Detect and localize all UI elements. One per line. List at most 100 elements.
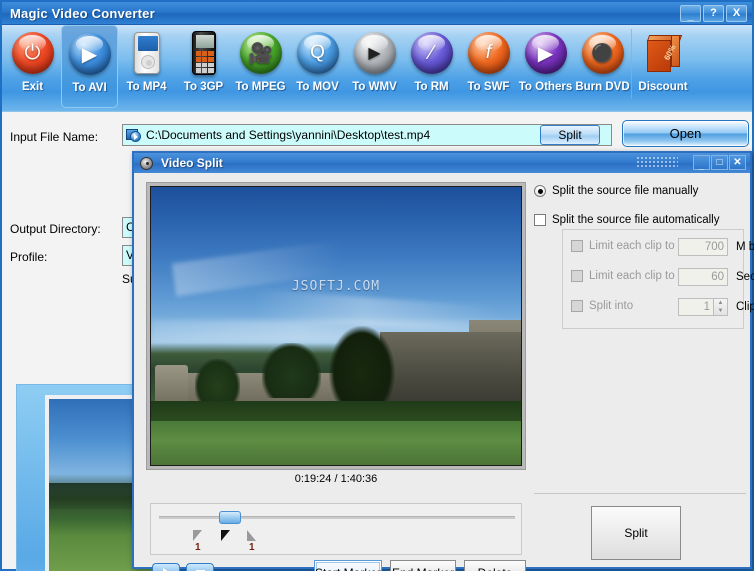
split-manually-radio[interactable]	[534, 185, 546, 197]
toolbar-item-discount[interactable]: 60% Discount	[632, 25, 694, 109]
shopping-bag-icon: 60%	[640, 30, 686, 76]
toolbar-item-to-rm[interactable]: ⁄ To RM	[403, 25, 460, 109]
timeline-rail[interactable]	[159, 516, 515, 519]
limit-seconds-value-row: 60 Seconds	[678, 268, 754, 286]
stop-button[interactable]	[186, 563, 214, 571]
split-manually-option[interactable]: Split the source file manually	[534, 185, 698, 197]
close-button[interactable]: X	[726, 5, 747, 22]
flash-icon: f	[466, 30, 512, 76]
main-toolbar: ⏻ Exit ▶ To AVI To MP4	[2, 25, 752, 112]
limit-seconds-input[interactable]: 60	[678, 268, 728, 286]
castle-ruin	[380, 332, 521, 404]
limit-mbytes-value-row: 700 M bytes	[678, 238, 754, 256]
split-into-spinner[interactable]: 1 ▲ ▼	[678, 298, 728, 316]
minimize-icon: _	[687, 11, 693, 22]
camcorder-icon: 🎥	[238, 30, 284, 76]
toolbar-label-to-mpeg: To MPEG	[235, 82, 285, 94]
play-button[interactable]	[152, 563, 180, 571]
split-into-row[interactable]: Split into	[571, 300, 633, 312]
limit-mbytes-input[interactable]: 700	[678, 238, 728, 256]
main-window-controls: _ ? X	[680, 5, 747, 22]
spin-down-icon[interactable]: ▼	[714, 307, 727, 315]
split-into-input[interactable]: 1	[678, 298, 714, 316]
limit-seconds-unit: Seconds	[736, 271, 754, 283]
help-button[interactable]: ?	[703, 5, 724, 22]
minimize-button[interactable]: _	[680, 5, 701, 22]
dialog-minimize-button[interactable]: _	[693, 155, 710, 170]
end-marker-glyph[interactable]	[247, 530, 256, 541]
video-file-icon	[126, 128, 142, 142]
toolbar-item-to-swf[interactable]: f To SWF	[460, 25, 517, 109]
dialog-grip-texture	[636, 156, 678, 169]
application-root: Magic Video Converter _ ? X ⏻ Exit ▶	[0, 0, 754, 571]
open-button[interactable]: Open	[622, 120, 749, 147]
split-automatically-checkbox[interactable]	[534, 214, 546, 226]
toolbar-item-to-3gp[interactable]: To 3GP	[175, 25, 232, 109]
video-split-dialog: Video Split _ □ ✕	[132, 151, 752, 569]
end-marker-button[interactable]: End Marker	[390, 560, 456, 571]
limit-seconds-checkbox[interactable]	[571, 270, 583, 282]
start-marker-button[interactable]: Start Marker	[314, 560, 382, 571]
split-automatically-label: Split the source file automatically	[552, 214, 719, 226]
toolbar-item-to-avi[interactable]: ▶ To AVI	[61, 25, 118, 108]
limit-seconds-label: Limit each clip to	[589, 270, 675, 282]
toolbar-item-exit[interactable]: ⏻ Exit	[4, 25, 61, 109]
profile-label: Profile:	[10, 250, 47, 264]
power-icon: ⏻	[10, 30, 56, 76]
toolbar-label-to-mov: To MOV	[296, 82, 339, 94]
video-preview[interactable]: JSOFTJ.COM	[150, 186, 522, 466]
automatic-options-group: Limit each clip to 700 M bytes Limit eac…	[562, 229, 744, 329]
toolbar-label-to-others: To Others	[519, 82, 572, 94]
limit-mbytes-unit: M bytes	[736, 241, 754, 253]
toolbar-item-to-mov[interactable]: Q To MOV	[289, 25, 346, 109]
dialog-maximize-button[interactable]: □	[711, 155, 728, 170]
dialog-title-bar[interactable]: Video Split _ □ ✕	[134, 153, 750, 173]
dialog-title: Video Split	[161, 156, 223, 170]
split-into-spin-buttons[interactable]: ▲ ▼	[714, 298, 728, 316]
current-position-marker-glyph[interactable]	[221, 530, 230, 541]
toolbar-item-to-mpeg[interactable]: 🎥 To MPEG	[232, 25, 289, 109]
dialog-minimize-icon: _	[699, 161, 705, 171]
limit-mbytes-row[interactable]: Limit each clip to	[571, 240, 675, 252]
toolbar-label-exit: Exit	[22, 82, 43, 94]
film-reel-icon	[139, 156, 154, 171]
spin-up-icon[interactable]: ▲	[714, 299, 727, 307]
input-file-label: Input File Name:	[10, 130, 98, 144]
toolbar-label-to-rm: To RM	[414, 82, 448, 94]
toolbar-item-to-others[interactable]: ▶ To Others	[517, 25, 574, 109]
toolbar-item-burn-dvd[interactable]: ⚫ Burn DVD	[574, 25, 631, 109]
end-marker-number: 1	[249, 542, 255, 553]
video-watermark: JSOFTJ.COM	[151, 279, 521, 294]
dialog-close-button[interactable]: ✕	[729, 155, 746, 170]
split-into-label: Split into	[589, 300, 633, 312]
timeline-thumb[interactable]	[219, 511, 241, 524]
delete-button[interactable]: Delete	[464, 560, 526, 571]
main-split-button[interactable]: Split	[540, 125, 600, 145]
play-orb-icon: ▶	[67, 31, 113, 77]
realmedia-icon: ⁄	[409, 30, 455, 76]
limit-mbytes-checkbox[interactable]	[571, 240, 583, 252]
toolbar-label-to-3gp: To 3GP	[184, 82, 223, 94]
dialog-split-button[interactable]: Split	[591, 506, 681, 560]
start-marker-glyph[interactable]	[193, 530, 202, 541]
grass-lawn	[151, 421, 521, 465]
ipod-icon	[124, 30, 170, 76]
input-file-value: C:\Documents and Settings\yannini\Deskto…	[146, 128, 430, 142]
input-file-field[interactable]: C:\Documents and Settings\yannini\Deskto…	[122, 124, 612, 146]
start-marker-number: 1	[195, 542, 201, 553]
limit-seconds-row[interactable]: Limit each clip to	[571, 270, 675, 282]
toolbar-item-to-wmv[interactable]: ▶ To WMV	[346, 25, 403, 109]
video-preview-frame: JSOFTJ.COM	[146, 182, 526, 470]
tree-medium	[262, 343, 321, 399]
mobile-phone-icon	[181, 30, 227, 76]
split-into-checkbox[interactable]	[571, 300, 583, 312]
toolbar-item-to-mp4[interactable]: To MP4	[118, 25, 175, 109]
help-icon: ?	[710, 8, 717, 19]
toolbar-label-to-swf: To SWF	[468, 82, 510, 94]
split-automatically-option[interactable]: Split the source file automatically	[534, 214, 719, 226]
close-icon: X	[733, 8, 740, 19]
toolbar-label-to-mp4: To MP4	[126, 82, 166, 94]
output-directory-label: Output Directory:	[10, 222, 101, 236]
dialog-separator	[534, 493, 746, 494]
toolbar-label-to-wmv: To WMV	[352, 82, 397, 94]
